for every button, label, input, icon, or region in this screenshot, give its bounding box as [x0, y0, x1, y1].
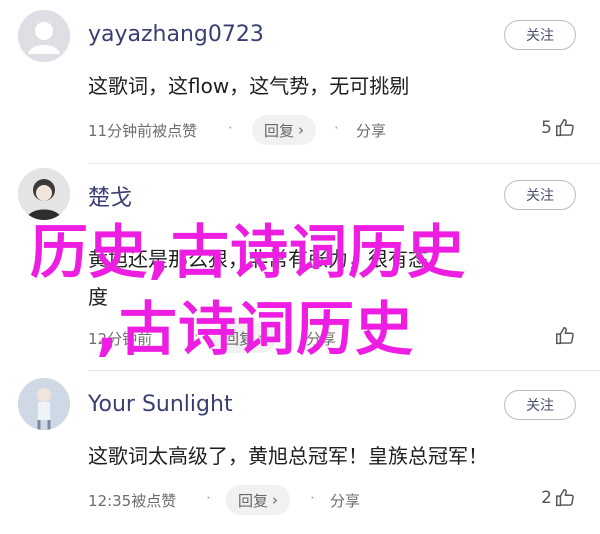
comment-time: 12:35被点赞 — [88, 492, 177, 510]
username[interactable]: yayazhang0723 — [88, 22, 264, 47]
avatar-user[interactable] — [18, 378, 70, 430]
comment-text-line: 这歌词太高级了，黄旭总冠军！皇族总冠军！ — [88, 444, 488, 468]
username[interactable]: Your Sunlight — [88, 392, 233, 417]
user-photo-icon — [18, 378, 70, 430]
follow-label: 关注 — [526, 398, 554, 414]
follow-label: 关注 — [526, 188, 554, 204]
thumbs-up-icon — [556, 327, 574, 345]
reply-label: 回复 — [238, 491, 269, 510]
share-button[interactable]: 分享 — [330, 490, 360, 511]
follow-button[interactable]: 关注 — [504, 390, 576, 420]
comment-time: 11分钟前被点赞 — [88, 122, 198, 140]
separator-dot: · — [334, 119, 339, 137]
watermark-line-2: ,古诗词历史 — [96, 295, 415, 363]
default-user-icon — [18, 10, 70, 62]
divider — [88, 370, 600, 371]
comment-meta: 11分钟前被点赞 · 回复 › · 分享 5 — [88, 115, 576, 145]
follow-button[interactable]: 关注 — [504, 20, 576, 50]
like-button[interactable] — [552, 325, 576, 347]
reply-button[interactable]: 回复 › — [226, 485, 291, 515]
separator-dot: · — [310, 489, 315, 507]
thumbs-up-icon — [556, 489, 574, 507]
follow-label: 关注 — [526, 28, 554, 44]
comment-text: 这歌词太高级了，黄旭总冠军！皇族总冠军！ — [88, 440, 488, 469]
divider — [88, 163, 600, 164]
like-button[interactable]: 5 — [541, 117, 576, 139]
like-count: 5 — [541, 118, 552, 138]
like-count: 2 — [541, 488, 552, 508]
avatar-default[interactable] — [18, 10, 70, 62]
separator-dot: · — [206, 489, 211, 507]
like-button[interactable]: 2 — [541, 487, 576, 509]
chevron-right-icon: › — [298, 121, 305, 139]
separator-dot: · — [228, 119, 233, 137]
chevron-right-icon: › — [272, 491, 279, 509]
share-button[interactable]: 分享 — [356, 120, 386, 141]
comment-text: 这歌词，这flow，这气势，无可挑剔 — [88, 70, 409, 99]
comment-meta: 12:35被点赞 · 回复 › · 分享 2 — [88, 485, 576, 515]
reply-button[interactable]: 回复 › — [252, 115, 317, 145]
comment-text-line: 这歌词，这flow，这气势，无可挑剔 — [88, 74, 410, 98]
watermark-line-1: 历史,古诗词历史 — [30, 218, 467, 286]
reply-label: 回复 — [264, 121, 295, 140]
thumbs-up-icon — [556, 119, 574, 137]
follow-button[interactable]: 关注 — [504, 180, 576, 210]
